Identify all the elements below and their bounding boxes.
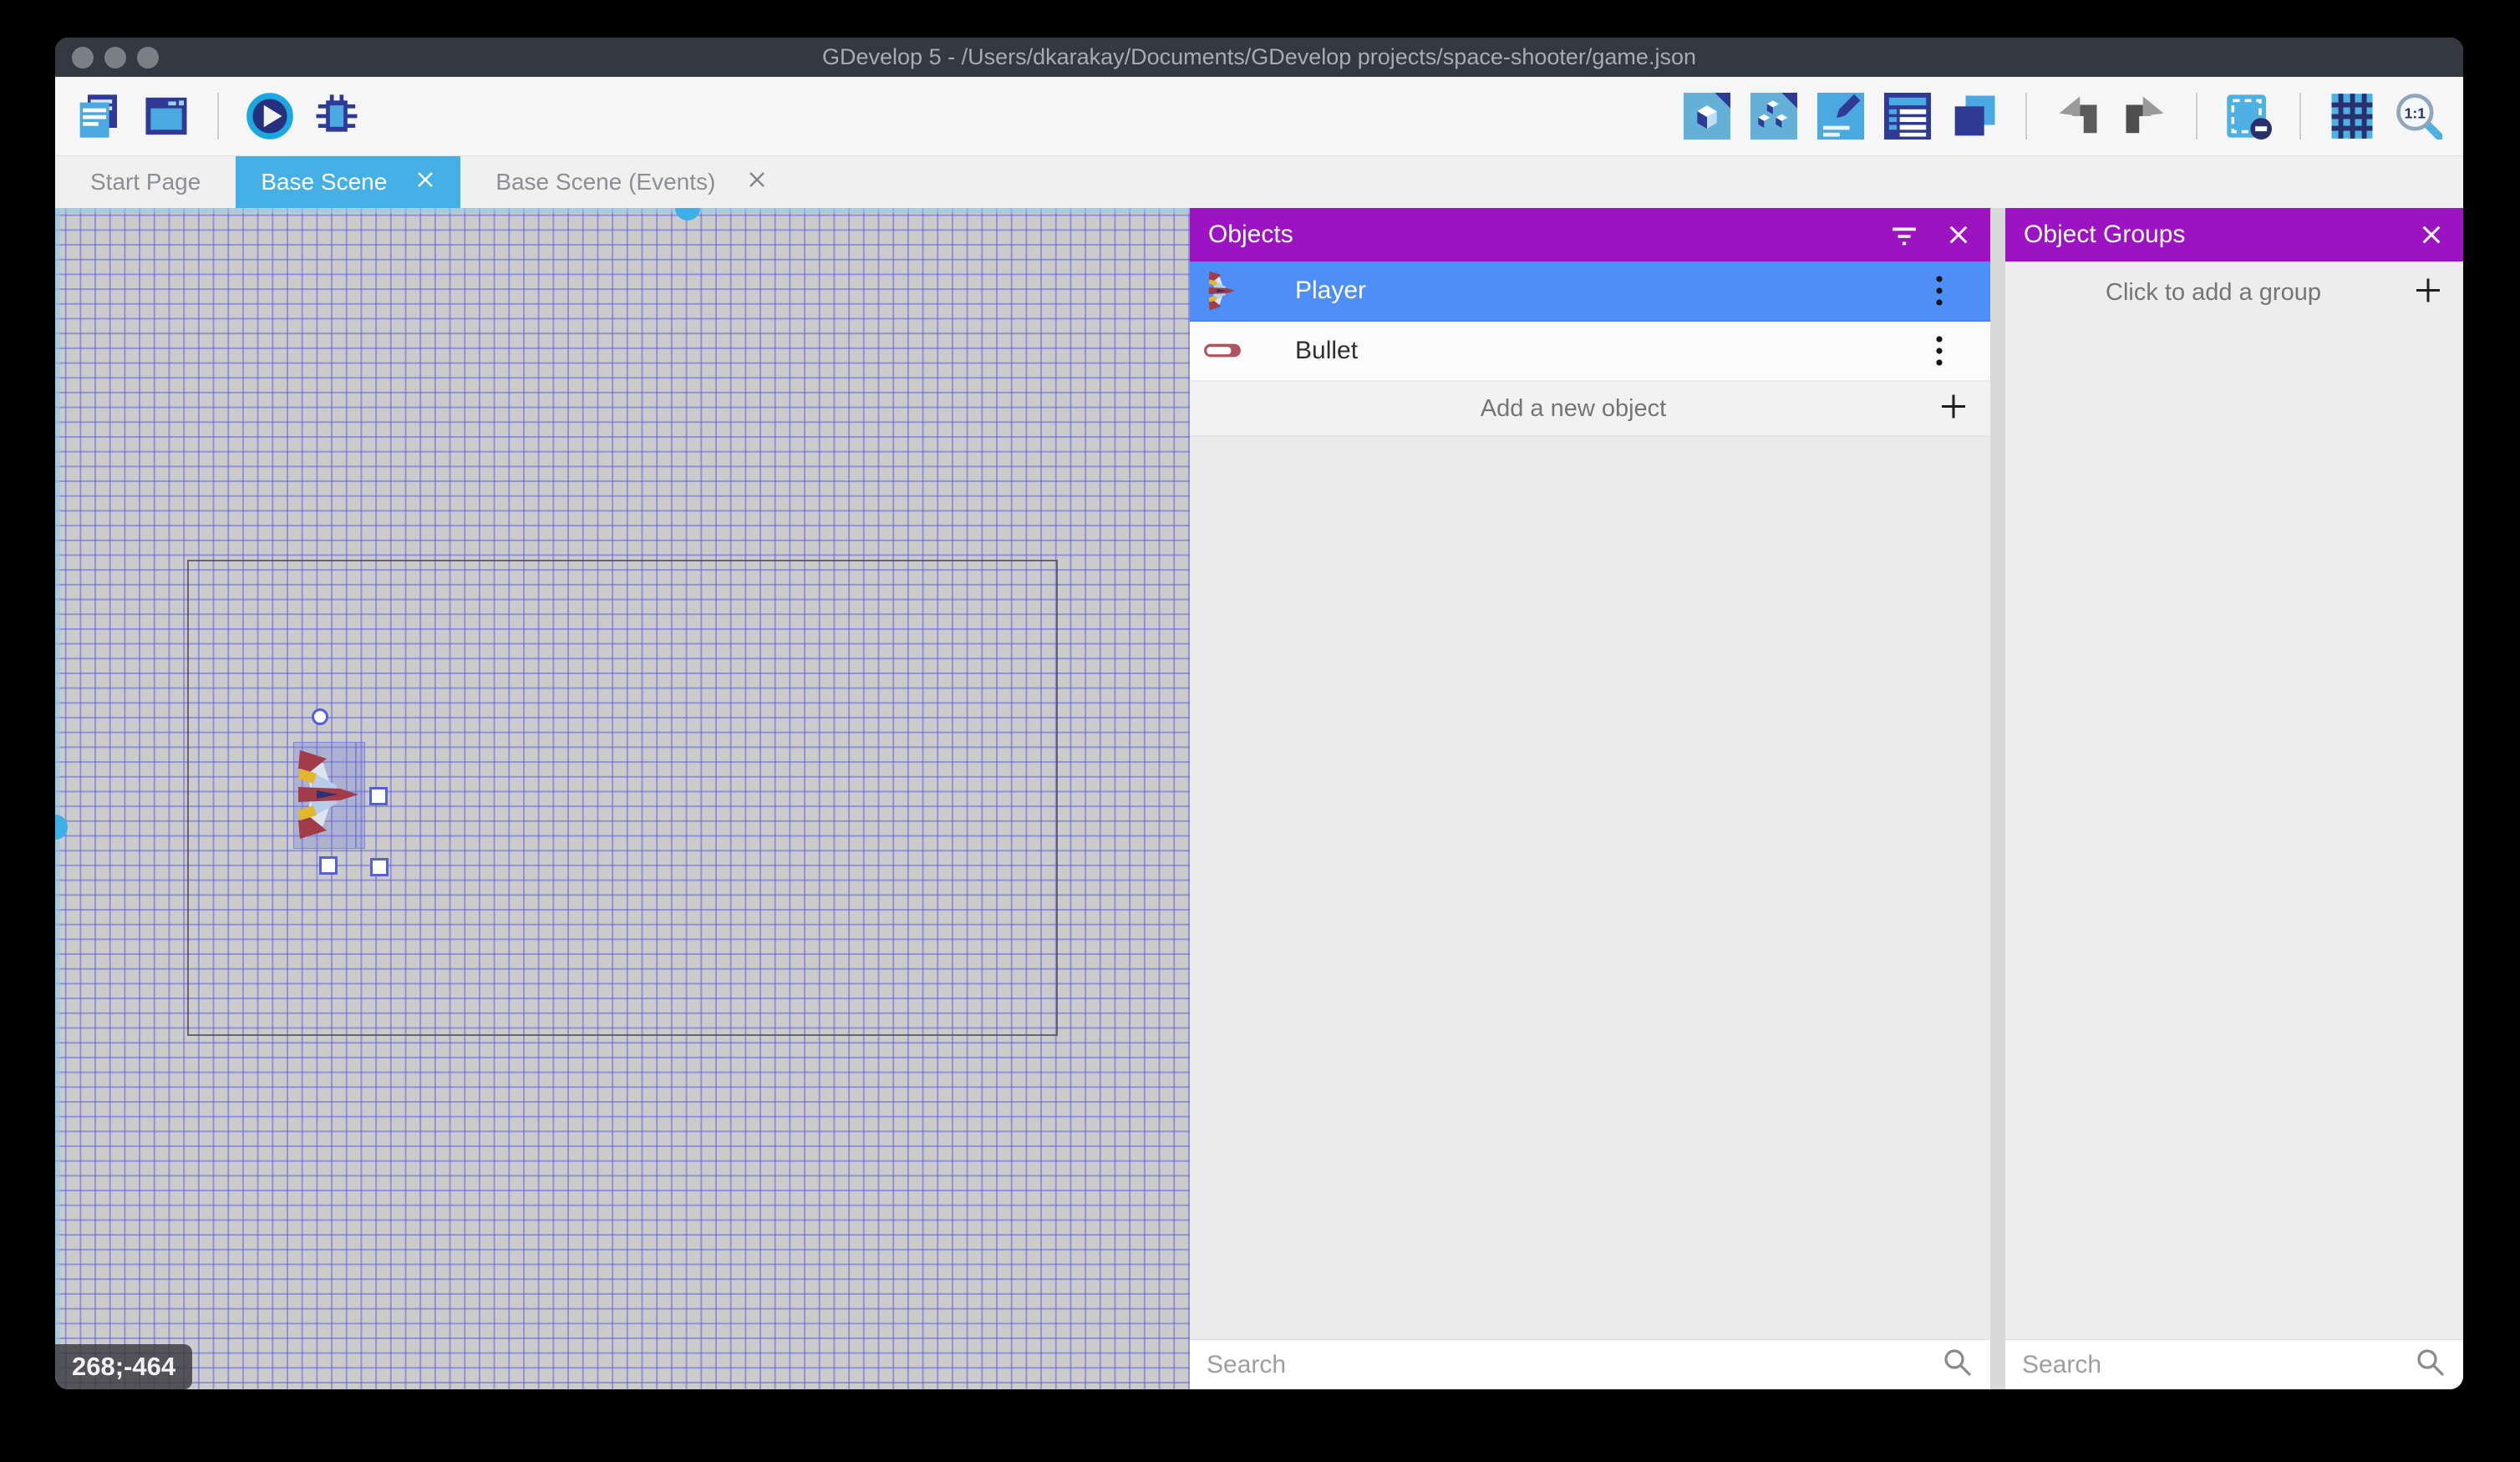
add-group-row[interactable]: Click to add a group [2005, 261, 2463, 323]
object-groups-panel-header: Object Groups [2005, 208, 2463, 261]
grid-icon[interactable] [2328, 92, 2376, 140]
plus-icon[interactable] [1938, 392, 1969, 426]
undo-icon[interactable] [2054, 92, 2102, 140]
resize-handle-right[interactable] [369, 787, 388, 805]
tab-base-scene-events[interactable]: Base Scene (Events) [460, 156, 802, 208]
objects-search-row [1190, 1339, 1990, 1389]
horizontal-scroll-track[interactable] [55, 208, 1190, 213]
rotate-handle[interactable] [312, 708, 328, 725]
cursor-coordinates: 268;-464 [55, 1344, 192, 1389]
tab-start-page[interactable]: Start Page [55, 156, 236, 208]
gdevelop-window: GDevelop 5 - /Users/dkarakay/Documents/G… [55, 38, 2463, 1389]
groups-search-input[interactable] [2005, 1351, 2415, 1379]
zoom-1-1-icon[interactable]: 1:1 [2395, 92, 2443, 140]
close-icon[interactable] [2420, 223, 2443, 246]
object-menu-icon[interactable] [1935, 274, 1943, 307]
screen-background: GDevelop 5 - /Users/dkarakay/Documents/G… [0, 0, 2520, 1462]
toolbar-divider [2025, 93, 2027, 140]
zoom-window-button[interactable] [137, 47, 159, 69]
editor-content: 268;-464 Objects [55, 208, 2463, 1389]
tab-label: Base Scene [261, 169, 387, 195]
filter-icon[interactable] [1890, 221, 1918, 248]
window-icon[interactable] [142, 92, 191, 140]
vertical-scroll-thumb[interactable] [55, 815, 68, 840]
search-icon [2415, 1347, 2446, 1383]
add-group-label: Click to add a group [2005, 279, 2463, 307]
redo-icon[interactable] [2121, 92, 2169, 140]
add-object-row[interactable]: Add a new object [1190, 382, 1990, 437]
titlebar: GDevelop 5 - /Users/dkarakay/Documents/G… [55, 38, 2463, 77]
plus-icon[interactable] [2413, 276, 2443, 310]
traffic-lights [72, 38, 159, 77]
window-title: GDevelop 5 - /Users/dkarakay/Documents/G… [822, 44, 1696, 70]
tab-bar: Start Page Base Scene Base Scene (Events… [55, 155, 2463, 208]
add-object-label: Add a new object [1190, 395, 1990, 423]
window-mask-icon[interactable] [2224, 92, 2273, 140]
zoom-1-1-label: 1:1 [2405, 104, 2426, 121]
main-toolbar: 1:1 [55, 77, 2463, 155]
tab-label: Base Scene (Events) [495, 169, 715, 195]
objects-panel-title: Objects [1208, 221, 1862, 249]
object-name: Bullet [1295, 337, 1935, 365]
play-icon[interactable] [246, 92, 294, 140]
objects-editor-icon[interactable] [1683, 92, 1731, 140]
bullet-icon [1202, 343, 1243, 359]
debug-icon[interactable] [312, 92, 361, 140]
toolbar-right-group: 1:1 [1683, 92, 2443, 140]
tab-close-icon[interactable] [415, 169, 435, 195]
resize-handle-bottom[interactable] [319, 856, 338, 875]
vertical-scroll-track[interactable] [55, 208, 60, 1389]
toolbar-left-group [75, 92, 361, 140]
object-groups-editor-icon[interactable] [1750, 92, 1798, 140]
layers-icon[interactable] [1950, 92, 1999, 140]
tab-close-icon[interactable] [747, 169, 767, 195]
object-name: Player [1295, 277, 1935, 305]
search-icon [1942, 1347, 1974, 1383]
object-groups-panel-title: Object Groups [2024, 221, 2391, 249]
resize-handle-corner[interactable] [370, 858, 389, 876]
player-ship-icon [1202, 268, 1243, 313]
project-manager-icon[interactable] [75, 92, 124, 140]
tab-base-scene[interactable]: Base Scene [236, 156, 460, 208]
panel-divider[interactable] [1990, 208, 2005, 1389]
object-groups-panel-body [2005, 323, 2463, 1339]
properties-icon[interactable] [1816, 92, 1865, 140]
objects-panel-header: Objects [1190, 208, 1990, 261]
object-menu-icon[interactable] [1935, 334, 1943, 368]
object-row-player[interactable]: Player [1190, 261, 1990, 322]
groups-search-row [2005, 1339, 2463, 1389]
toolbar-divider [217, 93, 219, 140]
instances-list-icon[interactable] [1883, 92, 1932, 140]
close-icon[interactable] [1947, 223, 1970, 246]
horizontal-scroll-thumb[interactable] [675, 208, 700, 221]
minimize-window-button[interactable] [104, 47, 126, 69]
object-groups-panel: Object Groups Click to add a group [2005, 208, 2463, 1389]
object-row-bullet[interactable]: Bullet [1190, 322, 1990, 382]
toolbar-divider [2196, 93, 2197, 140]
scene-canvas[interactable]: 268;-464 [55, 208, 1190, 1389]
objects-panel-body [1190, 437, 1990, 1339]
objects-panel: Objects [1190, 208, 1990, 1389]
player-instance[interactable] [295, 744, 363, 845]
objects-search-input[interactable] [1190, 1351, 1942, 1379]
close-window-button[interactable] [72, 47, 94, 69]
tab-label: Start Page [90, 169, 201, 195]
toolbar-divider [2299, 93, 2301, 140]
